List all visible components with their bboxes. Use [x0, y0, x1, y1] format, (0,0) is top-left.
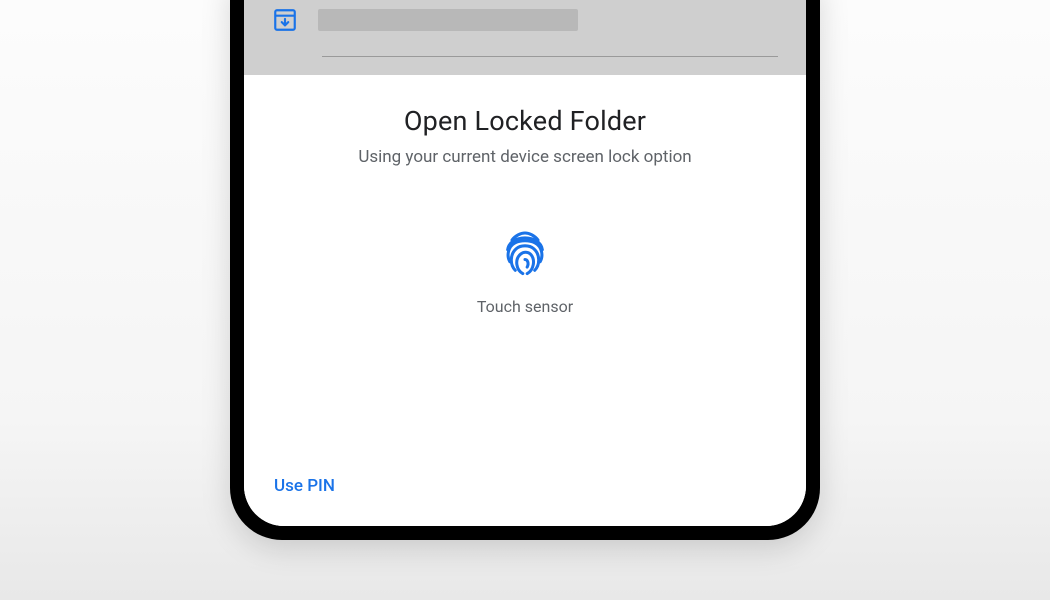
header-divider	[322, 56, 778, 57]
redacted-title-placeholder	[318, 9, 578, 31]
dimmed-background-header	[244, 0, 806, 75]
fingerprint-icon	[499, 227, 551, 279]
phone-frame: Open Locked Folder Using your current de…	[230, 0, 820, 540]
header-row	[272, 0, 778, 40]
touch-sensor-label: Touch sensor	[477, 297, 573, 316]
archive-icon	[272, 7, 298, 33]
use-pin-button[interactable]: Use PIN	[272, 470, 337, 502]
sheet-title: Open Locked Folder	[272, 105, 778, 137]
phone-screen: Open Locked Folder Using your current de…	[244, 0, 806, 526]
auth-bottom-sheet: Open Locked Folder Using your current de…	[244, 75, 806, 526]
sheet-subtitle: Using your current device screen lock op…	[272, 147, 778, 167]
fingerprint-sensor-area[interactable]: Touch sensor	[272, 227, 778, 470]
